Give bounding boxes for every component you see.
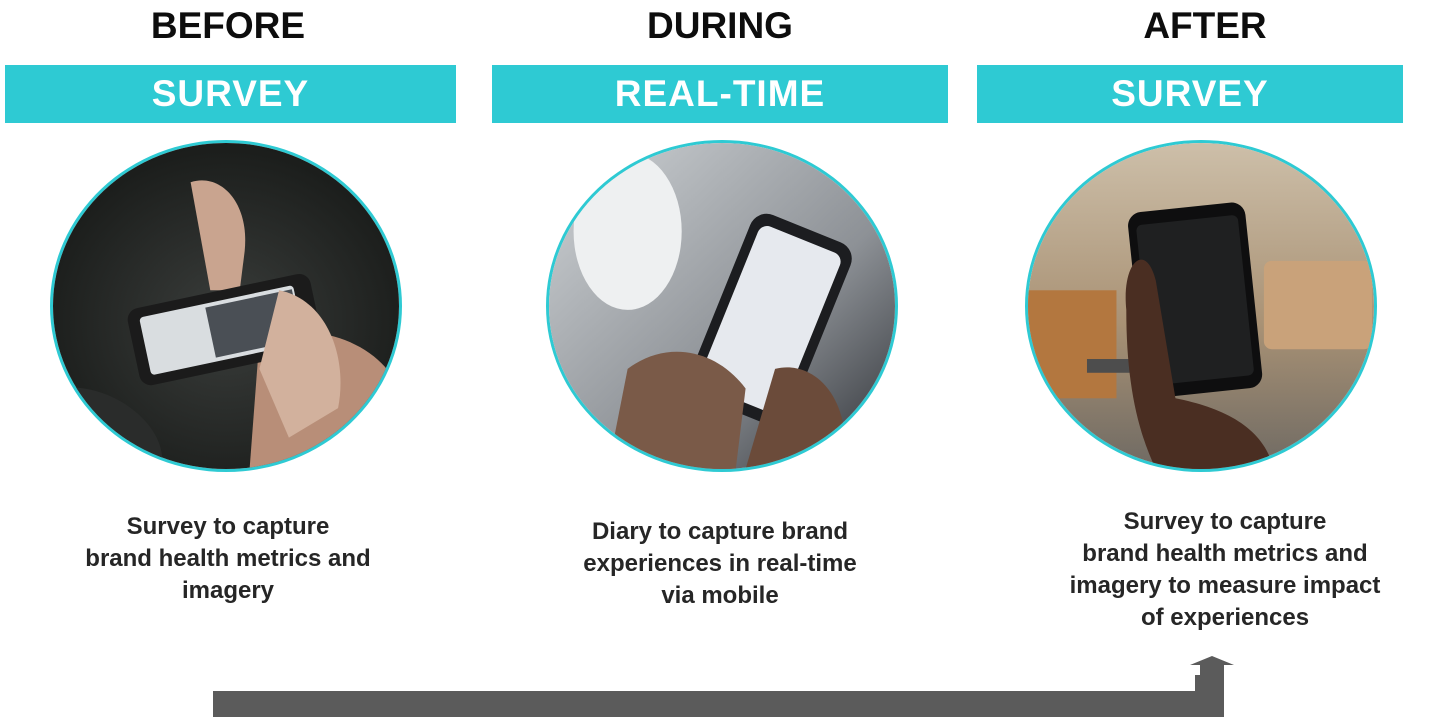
description-line: experiences in real-time	[583, 550, 857, 577]
description-line: Survey to capture	[1123, 508, 1327, 535]
phase-heading: DURING	[647, 5, 793, 46]
method-banner: SURVEY	[5, 65, 456, 123]
stage-description: Survey to capture brand health metrics a…	[0, 511, 456, 607]
before-photo	[50, 140, 402, 472]
timeline-arrow-shape	[213, 656, 1234, 717]
description-line: brand health metrics and	[1082, 540, 1368, 567]
description-line: of experiences	[1140, 604, 1310, 631]
description-line: brand health metrics and	[85, 545, 371, 572]
description-line: Diary to capture brand	[591, 518, 849, 545]
phase-heading: AFTER	[1143, 5, 1267, 46]
method-banner: REAL-TIME	[492, 65, 948, 123]
description-line: Survey to capture	[126, 513, 330, 540]
description-line: imagery to measure impact	[1069, 572, 1381, 599]
description-line: imagery	[181, 577, 275, 604]
during-photo	[546, 140, 898, 472]
hands-holding-phone-icon	[549, 143, 895, 469]
hand-typing-on-phone-icon	[53, 143, 399, 469]
hand-holding-phone-icon	[1028, 143, 1374, 469]
stage-description: Survey to capture brand health metrics a…	[997, 506, 1430, 634]
method-banner: SURVEY	[977, 65, 1403, 123]
stage-description: Diary to capture brand experiences in re…	[492, 516, 948, 612]
after-photo	[1025, 140, 1377, 472]
phase-heading: BEFORE	[150, 5, 306, 46]
description-line: via mobile	[661, 582, 779, 609]
